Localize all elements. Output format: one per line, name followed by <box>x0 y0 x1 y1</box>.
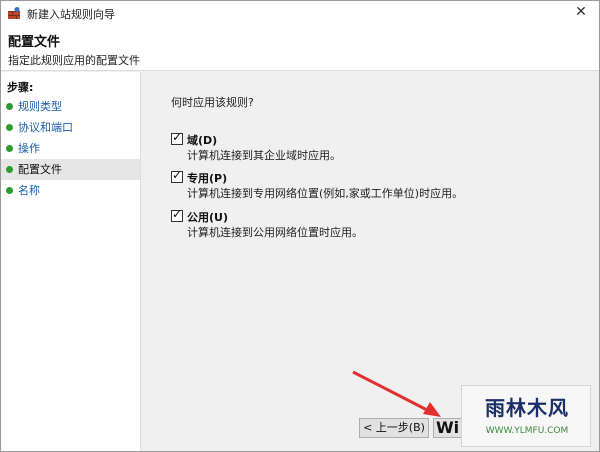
step-bullet-icon <box>6 124 13 131</box>
wizard-window: 新建入站规则向导 ✕ 配置文件 指定此规则应用的配置文件 步骤: 规则类型 协议… <box>0 0 600 452</box>
checkmark-icon: ✓ <box>172 168 183 182</box>
title-bar: 新建入站规则向导 ✕ <box>1 1 599 25</box>
next-button[interactable]: Wi <box>433 418 463 438</box>
sidebar-item-label: 名称 <box>18 184 40 197</box>
public-description: 计算机连接到公用网络位置时应用。 <box>187 226 363 239</box>
page-title: 配置文件 <box>8 35 61 50</box>
question-text: 何时应用该规则? <box>171 96 254 109</box>
close-icon: ✕ <box>575 4 587 20</box>
domain-description: 计算机连接到其企业域时应用。 <box>187 149 341 162</box>
sidebar-item-action[interactable]: 操作 <box>1 138 140 159</box>
back-button[interactable]: < 上一步(B) <box>359 418 429 438</box>
checkmark-icon: ✓ <box>172 207 183 221</box>
page-header: 配置文件 指定此规则应用的配置文件 <box>1 25 599 71</box>
site-watermark: 雨林木风 WWW.YLMFU.COM <box>461 385 591 447</box>
step-bullet-icon <box>6 187 13 194</box>
step-bullet-icon <box>6 103 13 110</box>
private-checkbox[interactable]: ✓ <box>171 168 183 183</box>
sidebar-item-label: 规则类型 <box>18 100 62 113</box>
domain-label[interactable]: 域(D) <box>187 132 217 148</box>
steps-sidebar: 步骤: 规则类型 协议和端口 操作 配置文件 名称 <box>1 72 141 451</box>
step-bullet-icon <box>6 145 13 152</box>
sidebar-item-name[interactable]: 名称 <box>1 180 140 201</box>
window-title: 新建入站规则向导 <box>27 8 115 21</box>
step-bullet-icon <box>6 166 13 173</box>
firewall-app-icon <box>8 7 20 19</box>
public-label[interactable]: 公用(U) <box>187 209 228 225</box>
sidebar-item-rule-type[interactable]: 规则类型 <box>1 96 140 117</box>
domain-checkbox[interactable]: ✓ <box>171 130 183 145</box>
public-checkbox[interactable]: ✓ <box>171 207 183 222</box>
close-button[interactable]: ✕ <box>563 1 599 25</box>
sidebar-item-label: 协议和端口 <box>18 121 73 134</box>
page-subtitle: 指定此规则应用的配置文件 <box>8 54 140 67</box>
watermark-url: WWW.YLMFU.COM <box>485 426 569 436</box>
private-description: 计算机连接到专用网络位置(例如,家或工作单位)时应用。 <box>187 187 464 200</box>
sidebar-item-profile[interactable]: 配置文件 <box>1 159 140 180</box>
checkmark-icon: ✓ <box>172 130 183 144</box>
sidebar-item-label: 操作 <box>18 142 40 155</box>
sidebar-item-label: 配置文件 <box>18 163 62 176</box>
sidebar-item-protocol-port[interactable]: 协议和端口 <box>1 117 140 138</box>
watermark-logo: 雨林木风 <box>485 396 569 420</box>
private-label[interactable]: 专用(P) <box>187 170 227 186</box>
steps-heading: 步骤: <box>7 81 34 94</box>
